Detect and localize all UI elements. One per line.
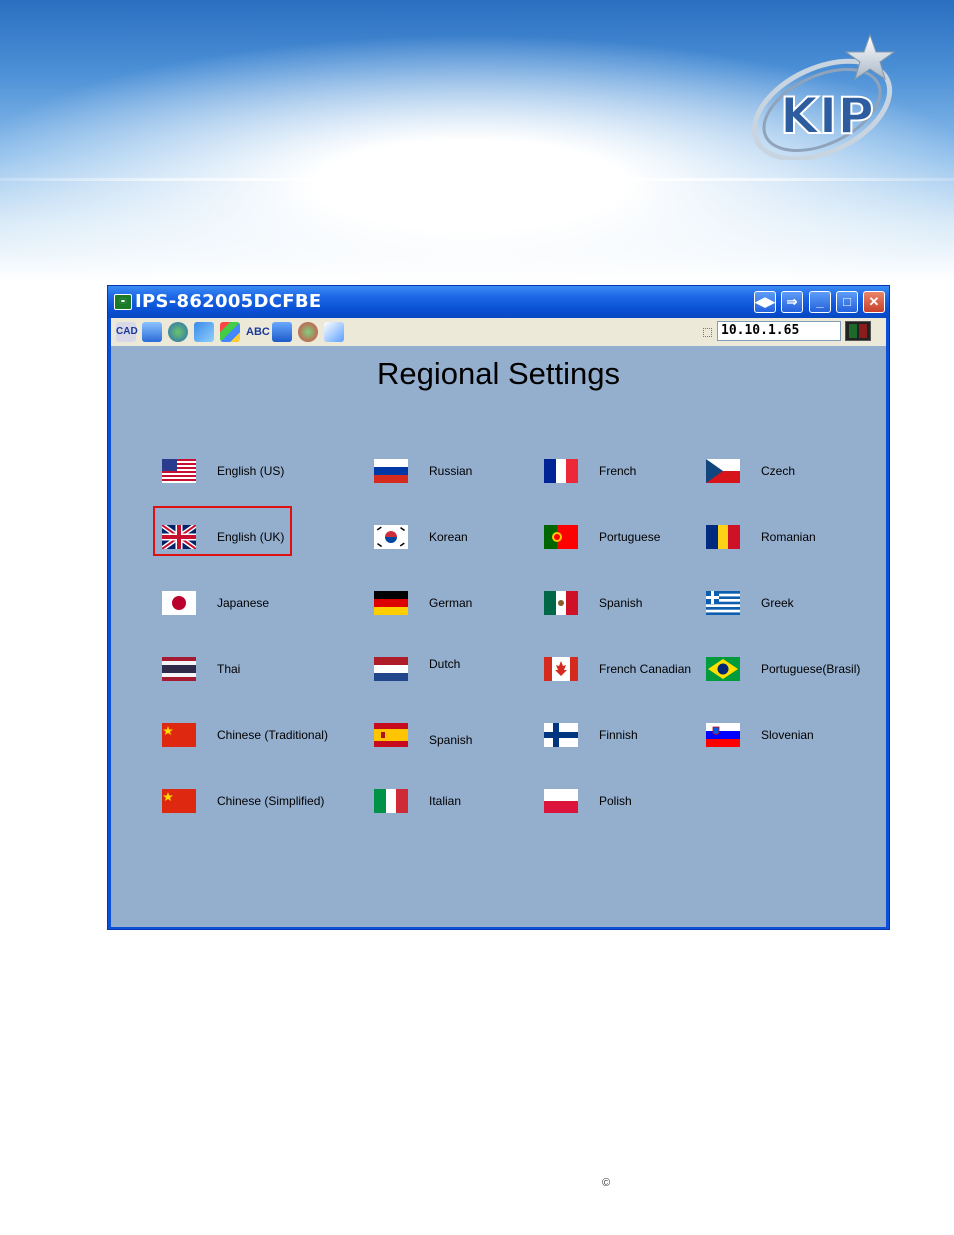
portugal-flag-icon: [544, 525, 578, 549]
finland-flag-icon: [544, 723, 578, 747]
language-label: Dutch: [429, 657, 461, 671]
options-icon[interactable]: [324, 322, 344, 342]
us-flag-icon: [162, 459, 196, 483]
language-label: Finnish: [599, 728, 638, 742]
ip-address-field[interactable]: 10.10.1.65: [717, 321, 841, 341]
language-label: French: [599, 464, 637, 478]
russia-flag-icon: [374, 459, 408, 483]
language-label: Thai: [217, 662, 241, 676]
language-label: French Canadian: [599, 662, 692, 676]
slovenia-flag-icon: [706, 723, 740, 747]
title-bar[interactable]: IPS-862005DCFBE ◀▶ ⇒ _ □ ✕: [108, 286, 889, 318]
copyright-symbol: ©: [602, 1177, 611, 1189]
language-label: Italian: [429, 794, 462, 808]
language-label: English (US): [217, 464, 285, 478]
detach-button[interactable]: ⇒: [781, 291, 803, 313]
language-label: Chinese (Simplified): [217, 794, 325, 808]
connection-status-icon: [845, 321, 871, 341]
romania-flag-icon: [706, 525, 740, 549]
remote-desktop-window: IPS-862005DCFBE ◀▶ ⇒ _ □ ✕ CAD ABC 10.10…: [107, 285, 890, 930]
germany-flag-icon: [374, 591, 408, 615]
page-title: Regional Settings: [377, 356, 620, 391]
banner-divider: [0, 178, 954, 181]
language-label: Spanish: [429, 733, 473, 747]
uk-flag-icon: [162, 525, 196, 549]
language-label: Czech: [761, 464, 796, 478]
language-label: Japanese: [217, 596, 270, 610]
window-title: IPS-862005DCFBE: [135, 291, 322, 312]
language-label: German: [429, 596, 473, 610]
poland-flag-icon: [544, 789, 578, 813]
kip-logo: KIP: [751, 33, 896, 160]
language-label: Portuguese(Brasil): [761, 662, 861, 676]
china-flag-icon: [162, 789, 196, 813]
language-label: Russian: [429, 464, 473, 478]
ctrl-alt-del-icon[interactable]: CAD: [116, 322, 138, 342]
info-icon[interactable]: [272, 322, 292, 342]
minimize-button[interactable]: _: [809, 291, 831, 313]
ip-indicator: [703, 328, 712, 337]
canada-flag-icon: [544, 657, 578, 681]
language-label: Polish: [599, 794, 632, 808]
language-label: Slovenian: [761, 728, 814, 742]
china-flag-icon: [162, 723, 196, 747]
language-label: Chinese (Traditional): [217, 728, 328, 742]
greece-flag-icon: [706, 591, 740, 615]
italy-flag-icon: [374, 789, 408, 813]
language-label: English (UK): [217, 530, 285, 544]
language-label: Spanish: [599, 596, 643, 610]
language-label: Portuguese: [599, 530, 661, 544]
close-button[interactable]: ✕: [863, 291, 885, 313]
brazil-flag-icon: [706, 657, 740, 681]
windows-logo-icon[interactable]: [220, 322, 240, 342]
thailand-flag-icon: [162, 657, 196, 681]
text-transfer-icon[interactable]: ABC: [246, 322, 270, 342]
language-label: Korean: [429, 530, 468, 544]
language-label: Greek: [761, 596, 794, 610]
japan-flag-icon: [162, 591, 196, 615]
maximize-button[interactable]: □: [836, 291, 858, 313]
netherlands-flag-icon: [374, 657, 408, 681]
window-icon[interactable]: [142, 322, 162, 342]
regional-settings-panel: Regional Settings English (US) English (…: [111, 346, 886, 927]
scale-toggle-button[interactable]: ◀▶: [754, 291, 776, 313]
korea-flag-icon: [374, 525, 408, 549]
mexico-flag-icon: [544, 591, 578, 615]
disconnect-icon[interactable]: [298, 322, 318, 342]
france-flag-icon: [544, 459, 578, 483]
svg-text:KIP: KIP: [780, 87, 874, 145]
refresh-icon[interactable]: [194, 322, 214, 342]
language-label: Romanian: [761, 530, 816, 544]
czech-flag-icon: [706, 459, 740, 483]
eye-icon: [114, 294, 132, 310]
spain-flag-icon: [374, 723, 408, 747]
globe-icon[interactable]: [168, 322, 188, 342]
toolbar: CAD ABC 10.10.1.65: [111, 318, 886, 346]
